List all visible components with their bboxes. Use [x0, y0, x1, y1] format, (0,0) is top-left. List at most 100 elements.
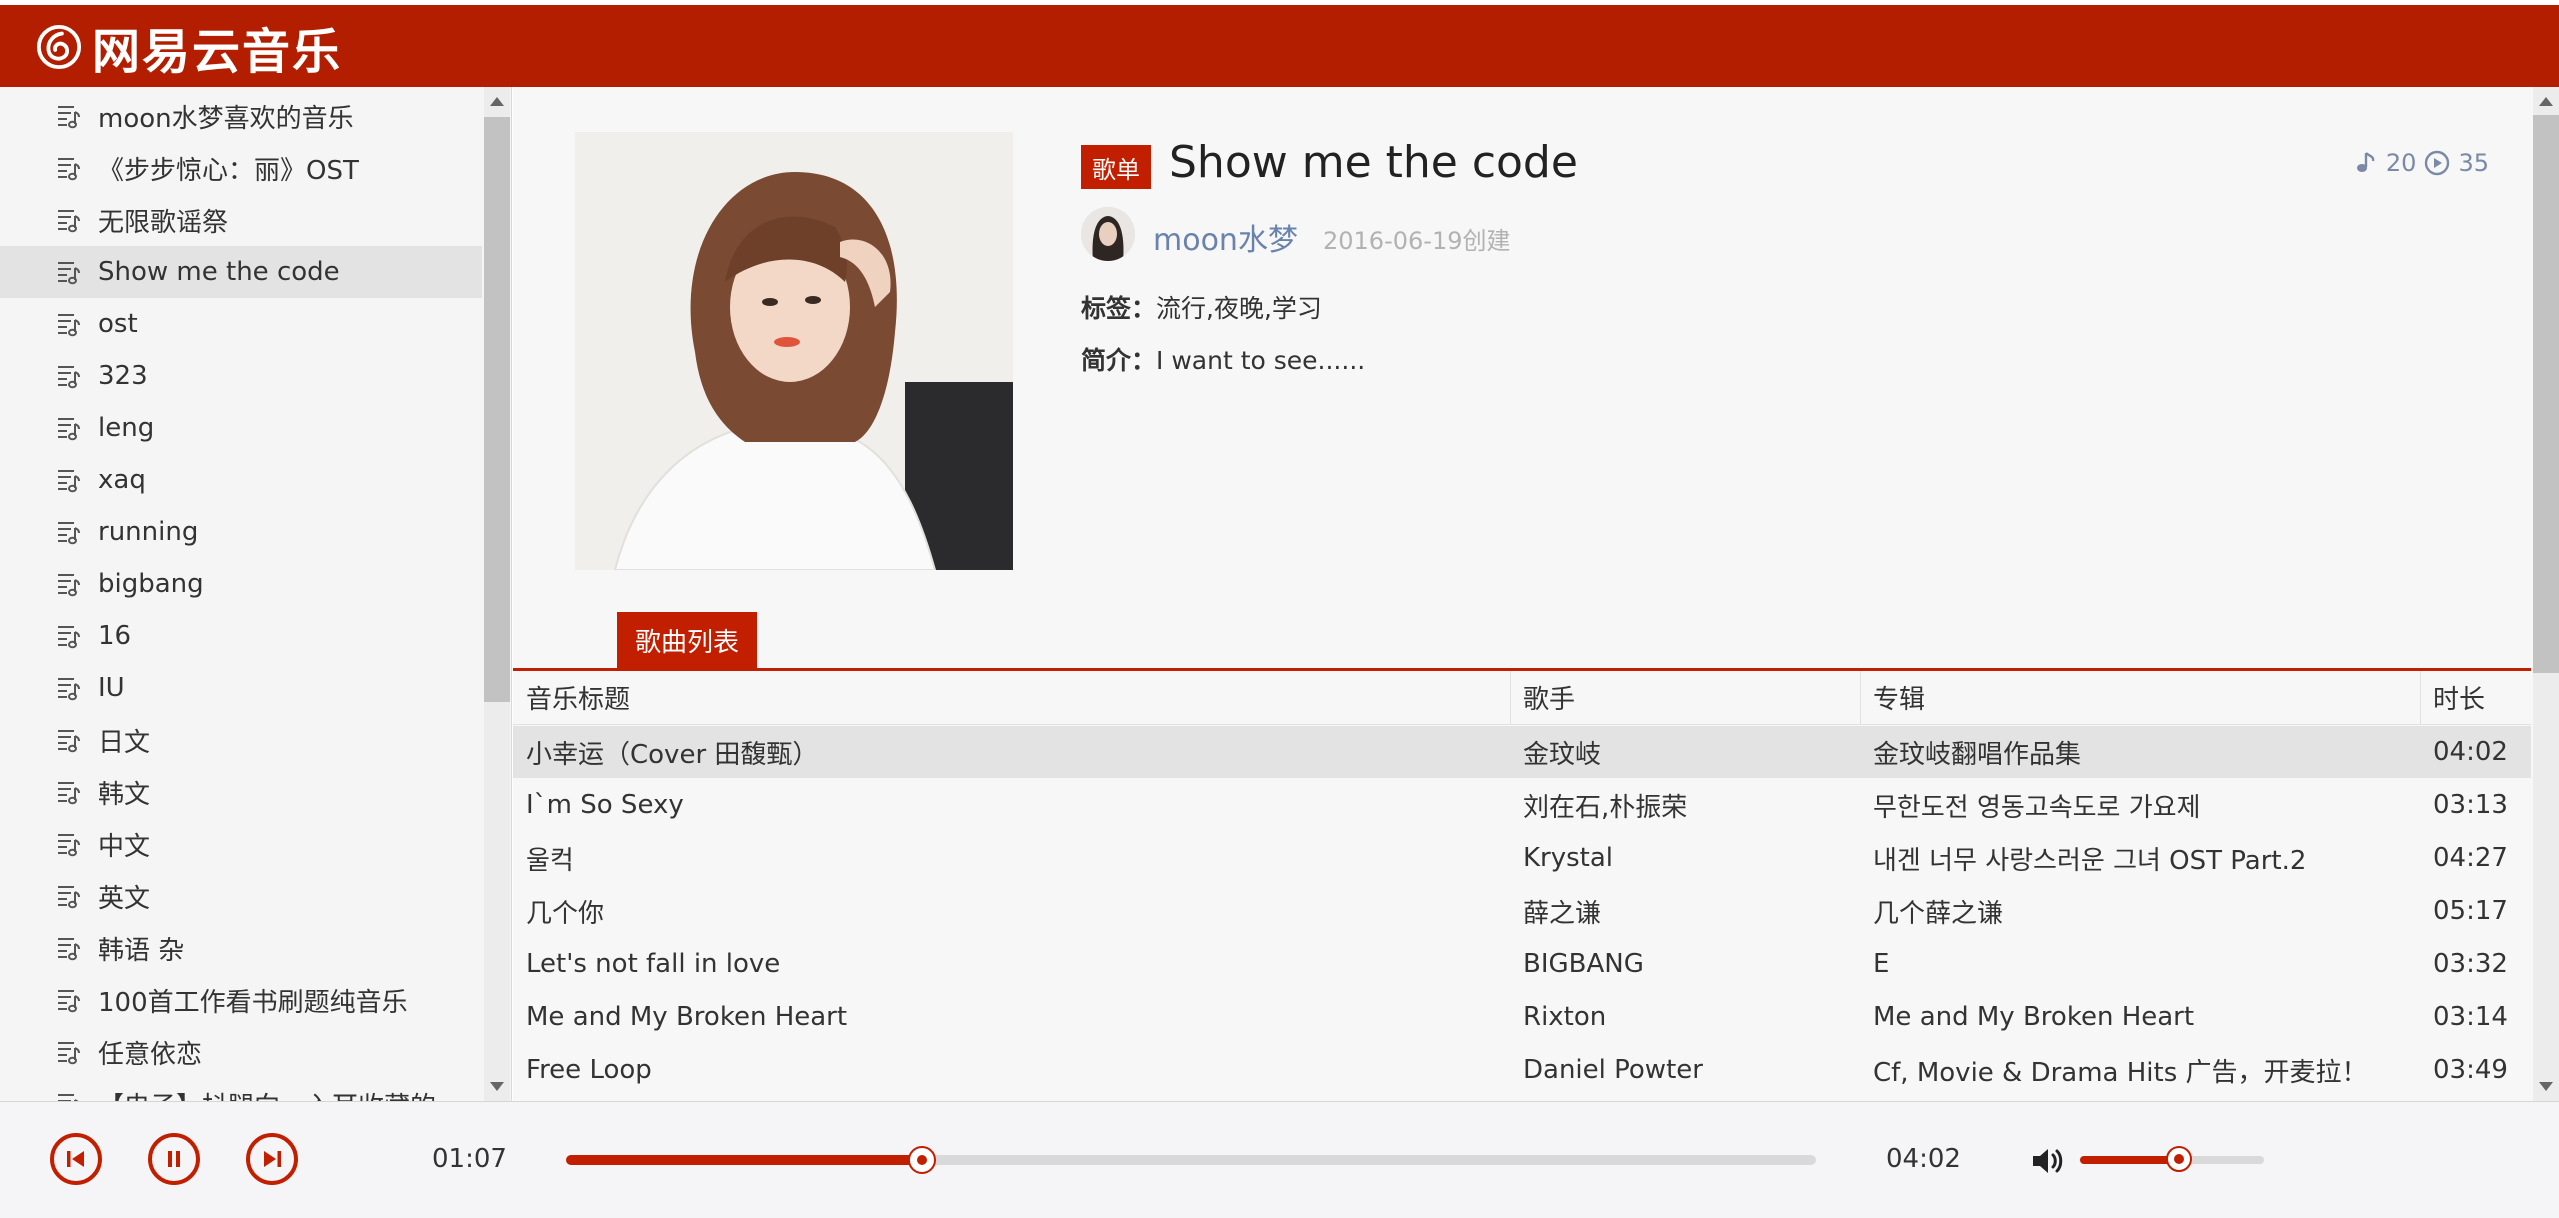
app-logo[interactable]: 网易云音乐 — [36, 21, 342, 80]
playlist-icon — [58, 938, 80, 961]
column-divider[interactable] — [1510, 671, 1511, 725]
column-divider[interactable] — [1860, 671, 1861, 725]
song-duration: 03:13 — [2433, 790, 2508, 820]
sidebar-playlist-label: leng — [98, 413, 155, 443]
sidebar-playlist-item[interactable]: ost — [0, 298, 482, 350]
playlist-icon — [58, 678, 80, 701]
current-time: 01:07 — [432, 1144, 507, 1174]
playlist-icon — [58, 522, 80, 545]
table-header: 音乐标题 歌手 专辑 时长 — [513, 671, 2531, 725]
sidebar-playlist-item[interactable]: IU — [0, 662, 482, 714]
playlist-icon — [58, 990, 80, 1013]
sidebar-scrollbar-thumb[interactable] — [484, 117, 510, 702]
song-duration: 04:02 — [2433, 737, 2508, 767]
play-count: 35 — [2458, 149, 2489, 177]
sidebar-playlist-label: 任意依恋 — [98, 1039, 203, 1070]
volume-handle[interactable] — [2166, 1146, 2193, 1172]
sidebar-playlist-item[interactable]: 16 — [0, 610, 482, 662]
column-divider[interactable] — [2420, 671, 2421, 725]
description-value: I want to see...... — [1156, 346, 1366, 375]
playlist-icon — [58, 418, 80, 441]
playlist-icon — [58, 730, 80, 753]
song-artist: Krystal — [1523, 843, 1614, 873]
app-header: 网易云音乐 — [0, 5, 2559, 87]
sidebar-playlist-label: moon水梦喜欢的音乐 — [98, 103, 354, 134]
tab-song-list[interactable]: 歌曲列表 — [617, 612, 757, 668]
pause-icon — [168, 1151, 180, 1167]
song-title: I`m So Sexy — [526, 790, 684, 820]
sidebar-playlist-item[interactable]: 任意依恋 — [0, 1026, 482, 1078]
sidebar-playlist-item[interactable]: 无限歌谣祭 — [0, 194, 482, 246]
sidebar-playlist-item[interactable]: bigbang — [0, 558, 482, 610]
sidebar-playlist-item[interactable]: 【电子】抖腿向，入耳收藏的 — [0, 1078, 482, 1101]
next-button[interactable] — [246, 1133, 298, 1185]
table-row[interactable]: 小幸运（Cover 田馥甄） 金玟岐 金玟岐翻唱作品集 04:02 — [513, 726, 2531, 778]
scroll-up-arrow-icon[interactable] — [490, 97, 504, 106]
playlist-icon — [58, 470, 80, 493]
playlist-icon — [58, 262, 80, 285]
play-count-icon — [2425, 150, 2450, 176]
playlist-badge: 歌单 — [1081, 145, 1151, 189]
table-row[interactable]: I`m So Sexy 刘在石,朴振荣 무한도전 영동고속도로 가요제 03:13 — [513, 779, 2531, 831]
main-scrollbar-thumb[interactable] — [2533, 115, 2559, 673]
song-title: 울컥 — [526, 845, 574, 876]
sidebar-playlist-label: ost — [98, 309, 138, 339]
sidebar-playlist-label: running — [98, 517, 199, 547]
sidebar-playlist-item[interactable]: 英文 — [0, 870, 482, 922]
header-title[interactable]: 音乐标题 — [526, 679, 630, 716]
song-title: 小幸运（Cover 田馥甄） — [526, 739, 819, 770]
playlist-icon — [58, 106, 80, 129]
song-album: Me and My Broken Heart — [1873, 1002, 2195, 1032]
header-album[interactable]: 专辑 — [1873, 679, 1925, 716]
volume-slider[interactable] — [2080, 1146, 2264, 1172]
playlist-icon — [58, 1094, 79, 1101]
playlist-cover[interactable] — [575, 132, 1013, 570]
sidebar-playlist-item[interactable]: Show me the code — [0, 246, 482, 298]
sidebar-playlist-item[interactable]: 《步步惊心：丽》OST — [0, 142, 482, 194]
sidebar-playlist-label: xaq — [98, 465, 146, 495]
creator-name[interactable]: moon水梦 — [1153, 215, 1298, 259]
sidebar-playlist-item[interactable]: running — [0, 506, 482, 558]
song-duration: 03:32 — [2433, 949, 2508, 979]
app-name: 网易云音乐 — [92, 24, 343, 80]
sidebar-playlist-item[interactable]: leng — [0, 402, 482, 454]
sidebar-playlist-label: 日文 — [98, 727, 151, 758]
song-artist: 薛之谦 — [1523, 898, 1602, 929]
scroll-up-arrow-icon[interactable] — [2539, 97, 2553, 106]
sidebar-playlist-label: 韩文 — [98, 779, 151, 810]
sidebar-playlist-item[interactable]: 100首工作看书刷题纯音乐 — [0, 974, 482, 1026]
previous-icon — [67, 1151, 84, 1167]
playlist-icon — [58, 834, 80, 857]
playlist-sidebar: moon水梦喜欢的音乐《步步惊心：丽》OST 无限歌谣祭 Show me the c… — [0, 87, 512, 1101]
volume-icon[interactable] — [2030, 1144, 2066, 1178]
sidebar-playlist-item[interactable]: xaq — [0, 454, 482, 506]
table-row[interactable]: Let's not fall in love BIGBANG E 03:32 — [513, 938, 2531, 990]
pause-button[interactable] — [148, 1133, 200, 1185]
sidebar-playlist-item[interactable]: 中文 — [0, 818, 482, 870]
table-row[interactable]: 几个你 薛之谦 几个薛之谦 05:17 — [513, 885, 2531, 937]
progress-bar[interactable] — [566, 1146, 1816, 1174]
creator-avatar[interactable] — [1081, 207, 1135, 261]
playlist-icon — [58, 574, 80, 597]
previous-button[interactable] — [50, 1133, 102, 1185]
player-bar: 01:07 04:02 — [0, 1101, 2559, 1218]
table-row[interactable]: Me and My Broken Heart Rixton Me and My Br… — [513, 991, 2531, 1043]
scroll-down-arrow-icon[interactable] — [490, 1082, 504, 1091]
next-icon — [264, 1151, 281, 1167]
table-row[interactable]: 울컥 Krystal 내겐 너무 사랑스러운 그녀 OST Part.2 04:27 — [513, 832, 2531, 884]
cover-photo — [575, 132, 1013, 570]
song-duration: 03:49 — [2433, 1055, 2508, 1085]
table-row[interactable]: Free Loop Daniel Powter Cf, Movie & Drama … — [513, 1044, 2531, 1096]
song-duration: 04:27 — [2433, 843, 2508, 873]
header-artist[interactable]: 歌手 — [1523, 679, 1575, 716]
sidebar-playlist-item[interactable]: 日文 — [0, 714, 482, 766]
playlist-icon — [58, 314, 80, 337]
sidebar-playlist-item[interactable]: 韩语 杂 — [0, 922, 482, 974]
sidebar-playlist-item[interactable]: 韩文 — [0, 766, 482, 818]
sidebar-playlist-item[interactable]: moon水梦喜欢的音乐 — [0, 90, 482, 142]
sidebar-playlist-label: bigbang — [98, 569, 204, 599]
sidebar-playlist-item[interactable]: 323 — [0, 350, 482, 402]
scroll-down-arrow-icon[interactable] — [2539, 1082, 2553, 1091]
header-duration[interactable]: 时长 — [2433, 679, 2485, 716]
progress-handle[interactable] — [908, 1146, 937, 1174]
